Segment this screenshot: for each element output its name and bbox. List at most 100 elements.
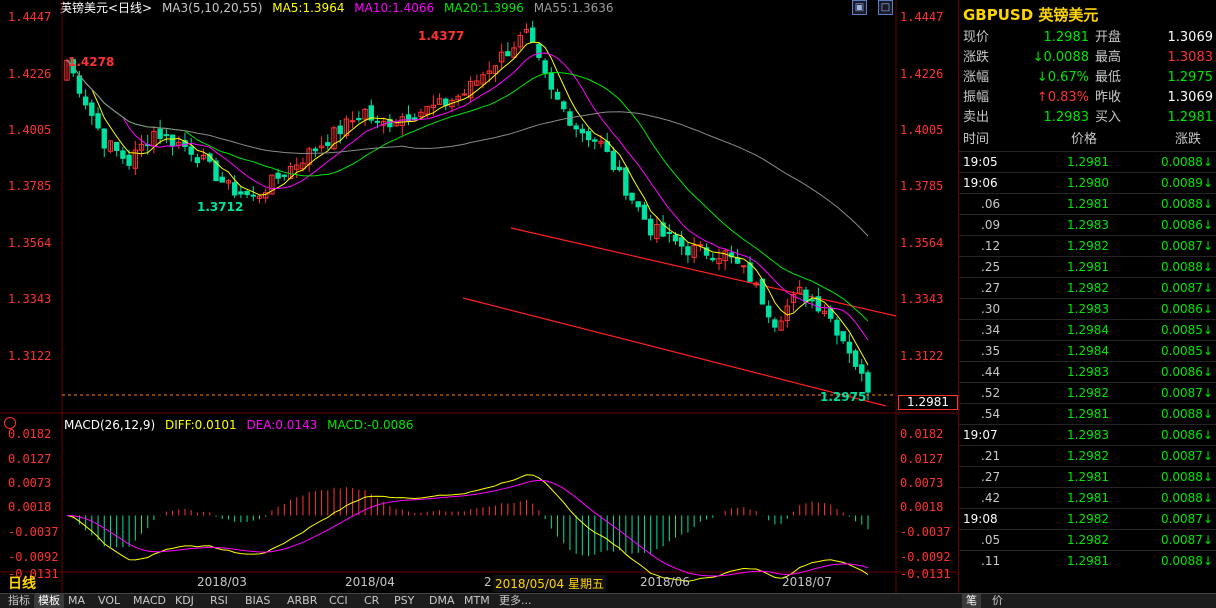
ma55-line bbox=[66, 60, 869, 237]
tick-row: .09 1.2983 0.0086↓ bbox=[959, 214, 1216, 236]
candle-body bbox=[554, 91, 561, 100]
tick-time: .52 bbox=[981, 386, 1001, 400]
macd-axis-right-label: -0.0037 bbox=[900, 524, 951, 539]
tick-change: 0.0088↓ bbox=[1160, 260, 1213, 274]
bottom-tab[interactable]: MA bbox=[64, 594, 89, 608]
panel-tab[interactable]: 笔 bbox=[962, 594, 981, 608]
quote-value: 1.2981 bbox=[1167, 110, 1214, 125]
bottom-tab[interactable]: RSI bbox=[206, 594, 232, 608]
x-label-jul: 2018/07 bbox=[782, 575, 832, 589]
x-label-jun: 2018/06 bbox=[640, 575, 690, 589]
candle-body bbox=[76, 75, 83, 94]
bottom-tab[interactable]: ARBR bbox=[283, 594, 321, 608]
candle-body bbox=[275, 172, 281, 179]
bottom-tab[interactable]: MACD bbox=[129, 594, 170, 608]
bottom-tab[interactable]: MTM bbox=[460, 594, 494, 608]
bottom-tab[interactable]: VOL bbox=[94, 594, 124, 608]
bottom-tab[interactable]: PSY bbox=[390, 594, 418, 608]
tick-time: 19:05 bbox=[963, 155, 998, 169]
bottom-tab[interactable]: DMA bbox=[425, 594, 459, 608]
candle-body bbox=[623, 167, 629, 196]
ticks-header: 时间 价格 涨跌 bbox=[959, 130, 1216, 150]
macd-label: MACD(26,12,9) bbox=[64, 418, 156, 432]
tick-price: 1.2983 bbox=[1067, 302, 1109, 316]
candle-body bbox=[666, 232, 673, 235]
tick-price: 1.2981 bbox=[1067, 491, 1109, 505]
bottom-tab[interactable]: CCI bbox=[325, 594, 352, 608]
macd-axis-left-label: 0.0018 bbox=[8, 500, 52, 515]
quote-value: ↑0.83% bbox=[1036, 90, 1089, 105]
bottom-tab[interactable]: 更多... bbox=[495, 594, 536, 608]
candle-body bbox=[647, 218, 654, 236]
ma5-line bbox=[66, 41, 869, 366]
tick-price: 1.2981 bbox=[1067, 155, 1109, 169]
current-price-marker: 1.2981 bbox=[898, 395, 958, 410]
price-axis-left-label: 1.4447 bbox=[8, 10, 52, 24]
candle-body bbox=[809, 299, 815, 302]
quote-label: 最低 bbox=[1095, 70, 1122, 85]
tick-time: .05 bbox=[981, 533, 1001, 547]
macd-diff-line bbox=[66, 474, 869, 582]
tick-row: .06 1.2981 0.0088↓ bbox=[959, 193, 1216, 215]
tick-price: 1.2983 bbox=[1067, 428, 1109, 442]
tick-change: 0.0087↓ bbox=[1160, 239, 1213, 253]
macd-axis-left-label: -0.0092 bbox=[8, 549, 59, 564]
tick-row: .54 1.2981 0.0088↓ bbox=[959, 403, 1216, 425]
candle-body bbox=[641, 204, 648, 220]
macd-axis-right-label: 0.0182 bbox=[900, 427, 944, 441]
quote-value: 1.3069 bbox=[1167, 90, 1214, 105]
candle-body bbox=[772, 319, 778, 328]
candle-body bbox=[610, 150, 617, 170]
panel-tab[interactable]: 价 bbox=[988, 594, 1007, 608]
ticks-header-time: 时间 bbox=[963, 132, 990, 147]
candle-body bbox=[834, 319, 840, 336]
macd-dea: DEA:0.0143 bbox=[246, 418, 318, 432]
candle-body bbox=[120, 150, 126, 159]
candle-body bbox=[95, 113, 101, 129]
candlestick-chart[interactable] bbox=[0, 0, 958, 593]
bottom-tab[interactable]: 指标 bbox=[4, 594, 34, 608]
tick-change: 0.0087↓ bbox=[1160, 533, 1213, 547]
tick-change: 0.0087↓ bbox=[1160, 386, 1213, 400]
bottom-tab[interactable]: 模板 bbox=[34, 594, 64, 608]
quote-label: 卖出 bbox=[963, 110, 990, 125]
macd-axis-left-label: 0.0182 bbox=[8, 427, 52, 441]
candle-body bbox=[244, 190, 250, 196]
tick-row: 19:06 1.2980 0.0089↓ bbox=[959, 172, 1216, 194]
tick-change: 0.0088↓ bbox=[1160, 470, 1213, 484]
left-low-annotation: 1.3712 bbox=[197, 200, 244, 214]
tick-time: .27 bbox=[981, 470, 1001, 484]
tick-price: 1.2981 bbox=[1067, 260, 1109, 274]
candle-body bbox=[852, 350, 859, 367]
tick-time: 19:08 bbox=[963, 512, 998, 526]
tick-row: .35 1.2984 0.0085↓ bbox=[959, 340, 1216, 362]
macd-axis-left-label: 0.0073 bbox=[8, 475, 52, 490]
tick-price: 1.2981 bbox=[1067, 197, 1109, 211]
candle-body bbox=[573, 125, 579, 130]
macd-axis-right-label: 0.0073 bbox=[900, 475, 944, 490]
candle-body bbox=[443, 98, 449, 106]
candle-body bbox=[325, 142, 331, 146]
bottom-tab[interactable]: BIAS bbox=[241, 594, 274, 608]
macd-settings-icon[interactable] bbox=[4, 417, 16, 429]
tick-price: 1.2980 bbox=[1067, 176, 1109, 190]
quote-label: 买入 bbox=[1095, 110, 1122, 125]
tick-change: 0.0086↓ bbox=[1160, 428, 1213, 442]
bottom-tab[interactable]: KDJ bbox=[171, 594, 198, 608]
period-label[interactable]: 日线 bbox=[8, 573, 36, 593]
bottom-tab[interactable]: CR bbox=[360, 594, 383, 608]
quote-row: 现价 1.2981 开盘 1.3069 bbox=[959, 28, 1216, 48]
candle-body bbox=[529, 27, 536, 43]
tick-price: 1.2982 bbox=[1067, 239, 1109, 253]
candle-body bbox=[561, 101, 567, 110]
tick-time: .27 bbox=[981, 281, 1001, 295]
chart-area[interactable]: 英镑美元<日线> MA3(5,10,20,55) MA5:1.3964 MA10… bbox=[0, 0, 958, 593]
left-high-annotation: 1.4278 bbox=[68, 55, 115, 69]
ticks-header-price: 价格 bbox=[1071, 132, 1098, 147]
ticks-header-chg: 涨跌 bbox=[1175, 132, 1202, 147]
low-annotation: 1.2975 bbox=[820, 390, 867, 404]
tick-row: .42 1.2981 0.0088↓ bbox=[959, 487, 1216, 509]
candle-body bbox=[685, 246, 691, 256]
tick-change: 0.0088↓ bbox=[1160, 197, 1213, 211]
candle-body bbox=[281, 174, 288, 177]
